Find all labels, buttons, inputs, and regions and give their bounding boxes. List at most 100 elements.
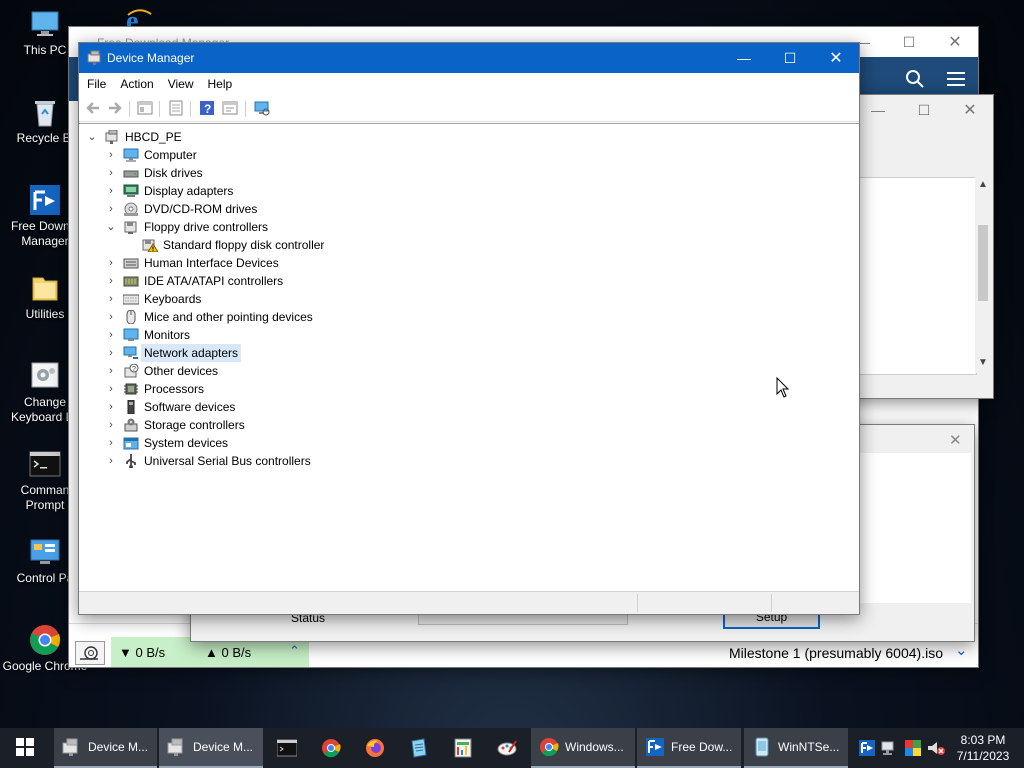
properties-icon[interactable] [168,100,184,116]
fdm-maximize-button[interactable]: ☐ [886,27,932,57]
scroll-up-icon[interactable]: ▲ [978,179,988,190]
chevron-right-icon[interactable]: › [106,200,116,218]
tree-item-monitors[interactable]: › Monitors [79,326,839,344]
device-tree[interactable]: ⌄ HBCD_PE › Computer › Disk drives › Display … [79,123,859,592]
taskbar-button-device-manager[interactable]: Device M... [159,728,263,768]
tree-item-network-adapters[interactable]: › Network adapters [79,344,839,362]
chevron-right-icon[interactable]: › [106,254,116,272]
update-driver-icon[interactable] [222,100,238,116]
clock[interactable]: 8:03 PM 7/11/2023 [950,732,1016,764]
display-color-tray-icon[interactable] [904,739,922,757]
scan-hardware-icon[interactable] [254,100,270,116]
chevron-down-icon[interactable]: ⌄ [955,641,968,659]
tree-item-disk-drives[interactable]: › Disk drives [79,164,839,182]
chevron-right-icon[interactable]: › [106,326,116,344]
download-speed: ▼ 0 B/s [119,645,166,660]
taskbar-button-chrome[interactable] [310,728,352,768]
tree-item-label: Keyboards [144,292,202,306]
taskbar-button-firefox[interactable] [354,728,396,768]
scroll-down-icon[interactable]: ▼ [978,357,988,368]
tree-item-human-interface-devices[interactable]: › Human Interface Devices [79,254,839,272]
tree-item-label: System devices [144,436,229,450]
help-icon[interactable]: ? [199,100,215,116]
chevron-right-icon[interactable]: › [106,164,116,182]
tree-item-keyboards[interactable]: › Keyboards [79,290,839,308]
start-button[interactable] [0,728,50,768]
menu-file[interactable]: File [79,73,112,91]
menu-action[interactable]: Action [112,73,159,91]
taskbar-button-command-prompt[interactable] [266,728,308,768]
tree-item-other-devices[interactable]: ›? Other devices [79,362,839,380]
minimize-button[interactable]: — [721,43,767,73]
search-icon[interactable] [905,69,925,89]
chevron-right-icon[interactable]: › [106,146,116,164]
tree-item-processors[interactable]: › Processors [79,380,839,398]
back-arrow-icon[interactable] [85,100,101,116]
tree-item-ide-ata-atapi-controllers[interactable]: › IDE ATA/ATAPI controllers [79,272,839,290]
winntsetup-icon [752,737,772,757]
tree-item-mice-and-other-pointing-devices[interactable]: › Mice and other pointing devices [79,308,839,326]
taskbar-button-device-manager[interactable]: Device M... [54,728,157,768]
close-icon[interactable]: ✕ [949,431,962,449]
menu-view[interactable]: View [160,73,200,91]
tree-item-dvd-cd-rom-drives[interactable]: › DVD/CD-ROM drives [79,200,839,218]
scrollbar-thumb[interactable] [978,225,988,301]
taskbar-button-paint[interactable] [486,728,528,768]
network-tray-icon[interactable] [880,739,898,757]
chevron-right-icon[interactable]: › [106,362,116,380]
chevron-right-icon[interactable]: › [106,380,116,398]
taskbar-button-winntsetup[interactable]: WinNTSe... [744,728,848,768]
setup-close-button[interactable]: ✕ [947,95,993,125]
chevron-right-icon[interactable]: › [106,344,116,362]
keyboard-settings-icon [29,360,61,392]
tree-item-storage-controllers[interactable]: › Storage controllers [79,416,839,434]
chevron-down-icon[interactable]: ⌄ [106,218,116,236]
fdm-close-button[interactable]: ✕ [932,27,978,57]
free-download-manager-tray-icon[interactable] [858,739,876,757]
tree-item-label: DVD/CD-ROM drives [144,202,258,216]
hamburger-menu-icon[interactable] [947,70,967,88]
taskbar-button-free-download-manager[interactable]: Free Dow... [637,728,741,768]
chevron-down-icon[interactable]: ⌄ [87,128,97,146]
menu-help[interactable]: Help [200,73,239,91]
chevron-right-icon[interactable]: › [106,272,116,290]
setup-minimize-button[interactable]: — [855,95,901,125]
snail-icon[interactable] [75,641,105,665]
chevron-right-icon[interactable]: › [106,452,116,470]
status-bar [79,591,859,614]
chevron-up-icon[interactable]: ⌃ [289,643,300,659]
tree-root-label: HBCD_PE [125,130,182,144]
chevron-right-icon[interactable]: › [106,416,116,434]
tree-item-display-adapters[interactable]: › Display adapters [79,182,839,200]
volume-muted-icon[interactable] [926,739,946,757]
show-hide-console-tree-icon[interactable] [137,100,153,116]
taskbar-button-task[interactable] [442,728,484,768]
taskbar-button-chrome[interactable]: Windows... [531,728,635,768]
maximize-button[interactable]: ☐ [767,43,813,73]
chevron-right-icon[interactable]: › [106,398,116,416]
tree-item-label: Processors [144,382,205,396]
current-file-name[interactable]: Milestone 1 (presumably 6004).iso [729,645,943,661]
processor-icon [123,382,139,396]
chevron-right-icon[interactable]: › [106,308,116,326]
taskbar-button-notepad[interactable] [398,728,440,768]
chevron-right-icon[interactable]: › [106,434,116,452]
chevron-right-icon[interactable]: › [106,182,116,200]
tree-item-universal-serial-bus-controllers[interactable]: › Universal Serial Bus controllers [79,452,839,470]
scrollbar[interactable]: ▲ ▼ [975,177,991,373]
tree-item-system-devices[interactable]: › System devices [79,434,839,452]
tree-item-child[interactable]: Standard floppy disk controller [79,236,839,254]
tree-item-label: Disk drives [144,166,203,180]
tree-item-floppy-drive-controllers[interactable]: ⌄ Floppy drive controllers [79,218,839,236]
setup-list[interactable] [859,177,977,375]
tree-root[interactable]: ⌄ HBCD_PE [79,128,839,146]
tree-item-label: Standard floppy disk controller [163,238,325,252]
tree-item-label: Storage controllers [144,418,245,432]
close-button[interactable]: ✕ [813,43,859,73]
titlebar[interactable]: Device Manager — ☐ ✕ [79,43,859,73]
tree-item-software-devices[interactable]: › Software devices [79,398,839,416]
forward-arrow-icon[interactable] [107,100,123,116]
chevron-right-icon[interactable]: › [106,290,116,308]
setup-maximize-button[interactable]: ☐ [901,95,947,125]
tree-item-computer[interactable]: › Computer [79,146,839,164]
